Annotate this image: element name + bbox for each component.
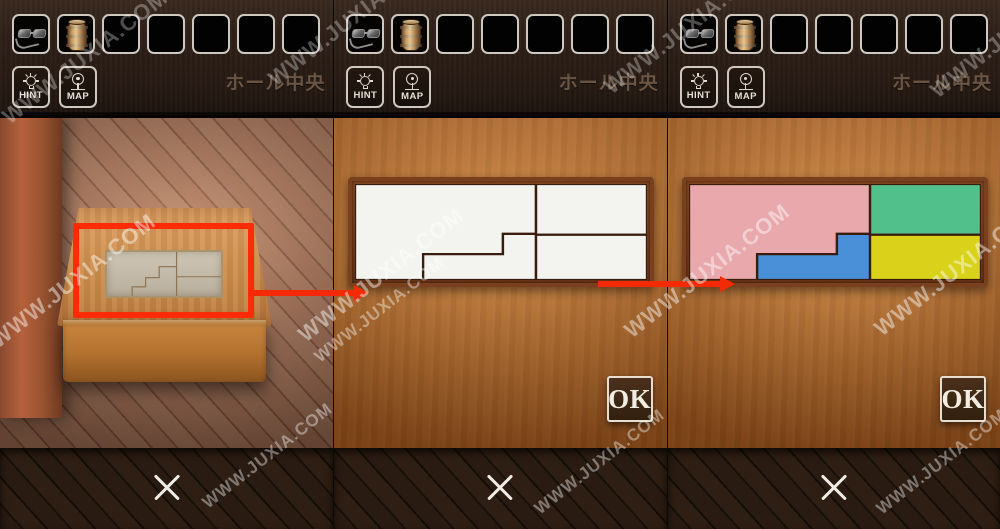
hud-button-row: HINT MAP [12,66,97,108]
panel-puzzle-uncolored: OK HINT MAP ホール中央 [333,0,667,529]
map-label: MAP [66,90,90,102]
ok-button-label: OK [608,383,652,414]
hint-button-2[interactable]: HINT [346,66,385,108]
map-label: MAP [401,90,424,102]
ok-button-3[interactable]: OK [939,376,986,422]
bottom-bar-2 [334,448,667,529]
top-hud-bar: HINT MAP ホール中央 [0,0,334,118]
close-button[interactable] [150,470,184,504]
wooden-pedestal[interactable] [57,208,272,388]
ok-button-label-3: OK [941,383,985,414]
hint-label: HINT [686,90,711,102]
inventory-slot-3[interactable] [102,14,140,54]
top-hud-bar-3: HINT MAP ホール中央 [667,0,1000,118]
room-name-label-2: ホール中央 [558,72,659,94]
lightbulb-icon [23,73,39,90]
top-hud-bar-2: HINT MAP ホール中央 [334,0,667,118]
map-pin-icon [738,72,754,91]
inventory-slot-glasses[interactable] [12,14,50,54]
barrel-icon [66,19,88,51]
close-button-3[interactable] [817,470,851,504]
map-pin-icon [404,72,420,91]
inventory-slot-3-3[interactable] [769,14,808,54]
piece-green [868,184,981,236]
inventory-slot-3-2[interactable] [436,14,475,54]
lightbulb-icon [690,73,707,90]
puzzle-frame-3 [681,177,988,287]
inventory-slots-3 [679,14,988,54]
inventory-slot-5-3[interactable] [859,14,898,54]
barrel-icon [400,19,423,51]
hud-button-row-2: HINT MAP [346,66,432,108]
piece-yellow [868,233,981,280]
ok-button[interactable]: OK [606,376,653,422]
inventory-slots-2 [346,14,655,54]
close-button-2[interactable] [483,470,517,504]
inventory-slot-7[interactable] [282,14,320,54]
puzzle-board-uncolored[interactable] [355,184,648,280]
pedestal-body [63,320,266,382]
map-pin-icon [70,72,86,91]
glasses-icon [14,16,48,52]
hint-button-3[interactable]: HINT [679,66,718,108]
hint-label: HINT [19,90,43,102]
panel-scene: HINT MAP ホール中央 [0,0,334,529]
inventory-slot-5[interactable] [192,14,230,54]
inventory-slot-4-3[interactable] [814,14,853,54]
inventory-slot-4[interactable] [147,14,185,54]
highlight-rectangle [73,223,254,318]
inventory-slot-barrel-2[interactable] [391,14,430,54]
hint-button[interactable]: HINT [12,66,50,108]
inventory-slot-barrel[interactable] [57,14,95,54]
inventory-slot-glasses-3[interactable] [679,14,718,54]
inventory-slot-barrel-3[interactable] [724,14,763,54]
inventory-slot-7-2[interactable] [616,14,655,54]
barrel-icon [733,19,756,51]
panel-puzzle-solved: OK HINT MAP ホール中央 [666,0,1000,529]
glasses-icon [682,16,716,52]
puzzle-frame [348,177,655,287]
inventory-slot-6[interactable] [237,14,275,54]
transition-arrow-1 [249,285,371,301]
hint-label: HINT [353,90,378,102]
map-button[interactable]: MAP [59,66,97,108]
inventory-slot-4-2[interactable] [481,14,520,54]
wall-post [0,118,62,418]
room-name-label: ホール中央 [225,72,326,94]
room-name-label-3: ホール中央 [891,72,992,94]
inventory-slot-6-3[interactable] [904,14,943,54]
map-button-2[interactable]: MAP [393,66,432,108]
hud-button-row-3: HINT MAP [679,66,765,108]
bottom-bar-3 [667,448,1000,529]
inventory-slot-5-2[interactable] [526,14,565,54]
map-button-3[interactable]: MAP [726,66,765,108]
screenshot-root: HINT MAP ホール中央 OK HINT MAP ホール中央 OK HINT… [0,0,1000,529]
inventory-slots [12,14,320,54]
inventory-slot-7-3[interactable] [949,14,988,54]
inventory-slot-6-2[interactable] [571,14,610,54]
puzzle-board-solved[interactable] [688,184,981,280]
map-label: MAP [734,90,757,102]
lightbulb-icon [357,73,374,90]
transition-arrow-2 [598,276,738,292]
scene-viewport[interactable] [0,118,334,448]
bottom-bar [0,448,334,529]
inventory-slot-glasses-2[interactable] [346,14,385,54]
glasses-icon [348,16,382,52]
